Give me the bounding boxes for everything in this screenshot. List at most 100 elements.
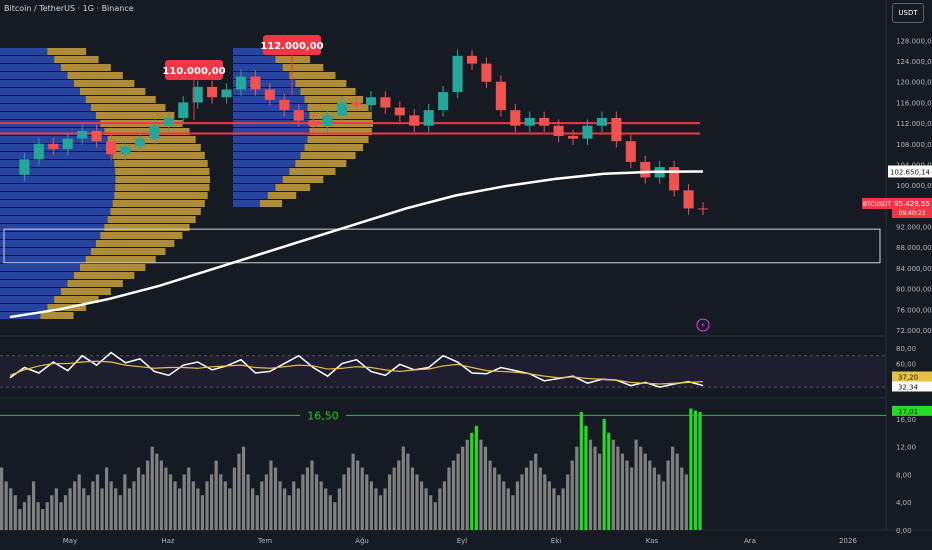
volume-bar [410, 467, 415, 530]
volume-bar [182, 474, 186, 530]
volume-bar [232, 467, 237, 530]
volume-profile-mid-bar [275, 184, 311, 191]
time-tick-label: Eyl [457, 537, 468, 545]
lightning-icon-glyph: ⚡ [700, 321, 706, 330]
volume-bar [200, 495, 205, 530]
volume-bar [365, 474, 369, 530]
volume-tick-label: 0,00 [896, 527, 912, 535]
volume-profile-left-bar [0, 136, 108, 143]
candle [611, 117, 622, 142]
volume-profile-left-bar [85, 256, 156, 263]
volume-profile-mid-bar [233, 152, 301, 159]
volume-bar [369, 481, 373, 530]
volume-profile-left-bar [0, 232, 101, 239]
candle [596, 117, 607, 126]
candle [553, 125, 564, 137]
price-tick-label: 92.000,00 [896, 224, 932, 232]
volume-bar [136, 467, 141, 530]
volume-bar [0, 467, 4, 530]
volume-bar [4, 481, 8, 530]
volume-bar [643, 453, 647, 530]
volume-profile-left-bar [0, 48, 48, 55]
volume-bar [479, 439, 483, 530]
volume-profile-left-bar [0, 80, 74, 87]
volume-profile-mid-bar [289, 72, 336, 79]
volume-bar [351, 453, 355, 530]
volume-bar [314, 474, 319, 530]
candle [481, 63, 492, 82]
time-tick-label: Kas [646, 537, 659, 545]
volume-bar [447, 467, 451, 530]
volume-bar [511, 495, 515, 530]
volume-profile-left-bar [0, 168, 116, 175]
volume-profile-left-bar [91, 248, 166, 255]
candle [293, 110, 304, 121]
price-callout-label: 112.000,00 [260, 41, 323, 52]
rsi-tick-label: 60,00 [896, 361, 916, 369]
volume-bar [689, 408, 693, 530]
volume-profile-mid-bar [295, 160, 347, 167]
volume-bar [273, 467, 278, 530]
volume-bar [178, 488, 182, 530]
volume-profile-left-bar [0, 160, 115, 167]
volume-bar [155, 453, 159, 530]
chart-canvas[interactable]: 110.000,00 112.000,00 128.000,00 124.000,00… [0, 0, 932, 550]
time-tick-label: Tem [257, 537, 272, 545]
volume-profile-left-bar [79, 88, 146, 95]
volume-bar [310, 460, 314, 530]
volume-bar [18, 509, 22, 530]
volume-profile-mid-bar [233, 56, 276, 63]
volume-bar [223, 481, 227, 530]
volume-bar [27, 495, 31, 530]
candle [337, 102, 348, 116]
candle [640, 161, 651, 178]
volume-profile-left-bar [107, 216, 196, 223]
volume-bar [59, 502, 63, 530]
volume-bar [570, 460, 574, 530]
candle [62, 138, 73, 149]
price-tick-label: 100.000,00 [896, 182, 932, 190]
volume-bar [438, 488, 442, 530]
volume-bar [465, 439, 469, 530]
volume-bar [538, 467, 542, 530]
volume-bar [657, 474, 661, 530]
candle [365, 97, 376, 105]
volume-profile-left-bar [0, 248, 92, 255]
price-tick-label: 128.000,00 [896, 37, 932, 45]
volume-bar [296, 488, 300, 530]
volume-profile-left-bar [104, 224, 190, 231]
volume-profile-mid-bar [233, 64, 283, 71]
volume-bar [383, 488, 387, 530]
ma-value-label: 102.650,14 [890, 168, 931, 176]
volume-bar [561, 488, 565, 530]
candle [33, 143, 44, 160]
time-tick-label: Haz [161, 537, 175, 545]
volume-bar [219, 474, 223, 530]
volume-profile-mid-bar [295, 80, 347, 87]
volume-bar [118, 495, 122, 530]
volume-bar [360, 467, 364, 530]
volume-profile-mid-bar [233, 144, 305, 151]
price-tick-label: 112.000,00 [896, 120, 932, 128]
candle [351, 102, 362, 105]
candle [207, 86, 218, 98]
volume-bar [260, 481, 264, 530]
volume-bar [159, 460, 163, 530]
time-tick-label: Ara [744, 537, 756, 545]
time-tick-label: Eki [551, 537, 561, 545]
volume-profile-left-bar [110, 208, 201, 215]
volume-bar [301, 474, 305, 530]
volume-bar [146, 460, 150, 530]
price-tick-label: 120.000,00 [896, 79, 932, 87]
volume-profile-left-bar [0, 72, 68, 79]
volume-bar [241, 446, 246, 530]
volume-bar [196, 488, 200, 530]
volume-bar [515, 481, 520, 530]
candle [380, 97, 391, 108]
volume-bar [63, 495, 68, 530]
volume-profile-left-bar [91, 104, 166, 111]
volume-profile-left-bar [85, 96, 156, 103]
volume-bar [36, 502, 40, 530]
volume-bar [82, 488, 86, 530]
volume-bar [251, 488, 255, 530]
